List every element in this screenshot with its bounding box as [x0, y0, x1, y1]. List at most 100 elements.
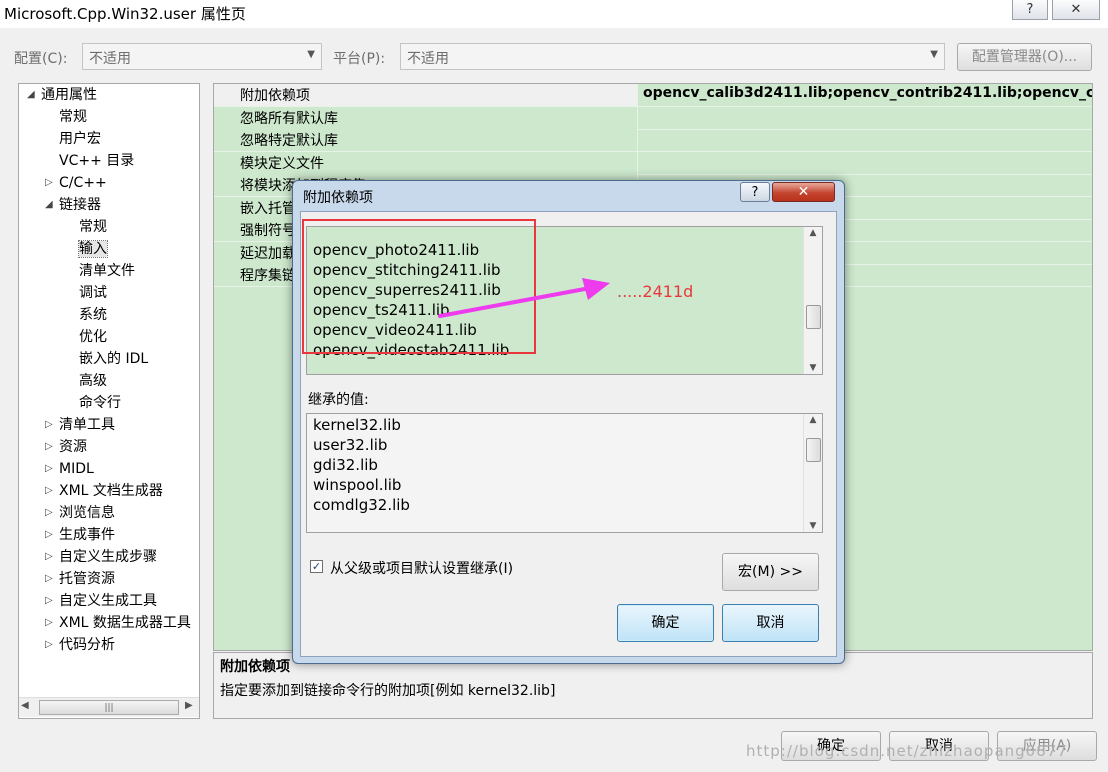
tree-item[interactable]: ▷ XML 数据生成器工具 — [45, 613, 191, 633]
scroll-left-icon[interactable]: ◀ — [21, 700, 29, 711]
platform-value: 不适用 — [407, 51, 449, 67]
tree-item[interactable]: ▷ 托管资源 — [45, 569, 115, 589]
chevron-down-icon: ▼ — [307, 49, 315, 60]
text-line: gdi32.lib — [313, 456, 378, 474]
collapsed-arrow-icon[interactable]: ▷ — [45, 459, 53, 479]
collapsed-arrow-icon[interactable]: ▷ — [45, 591, 53, 611]
collapsed-arrow-icon[interactable]: ▷ — [45, 635, 53, 655]
tree-item[interactable]: 高级 — [79, 371, 107, 391]
collapsed-arrow-icon[interactable]: ▷ — [45, 569, 53, 589]
tree-item[interactable]: ◢ 通用属性 — [27, 85, 97, 105]
scroll-thumb[interactable] — [806, 438, 821, 462]
inherited-vertical-scrollbar[interactable]: ▲ ▼ — [803, 414, 822, 532]
tree-item[interactable]: 命令行 — [79, 393, 121, 413]
scroll-thumb[interactable]: ||| — [39, 700, 179, 715]
property-value[interactable] — [639, 129, 1092, 151]
tree-item-label: 通用属性 — [41, 87, 97, 103]
scroll-right-icon[interactable]: ▶ — [185, 700, 193, 711]
tree-item[interactable]: 输入 — [78, 239, 108, 259]
collapsed-arrow-icon[interactable]: ▷ — [45, 547, 53, 567]
tree-item[interactable]: 优化 — [79, 327, 107, 347]
tree-item[interactable]: ▷ 代码分析 — [45, 635, 115, 655]
tree-item-label: 常规 — [59, 109, 87, 125]
platform-select[interactable]: 不适用 ▼ — [400, 43, 945, 70]
tree-item-label: C/C++ — [59, 175, 107, 191]
tree-item[interactable]: ▷ 清单工具 — [45, 415, 115, 435]
tree-item[interactable]: ▷ C/C++ — [45, 173, 107, 193]
scroll-down-icon[interactable]: ▼ — [804, 521, 822, 531]
collapsed-arrow-icon[interactable]: ▷ — [45, 503, 53, 523]
tree-item[interactable]: 常规 — [79, 217, 107, 237]
tree-item-label: 托管资源 — [59, 571, 115, 587]
tree-item[interactable]: ▷ 资源 — [45, 437, 87, 457]
collapsed-arrow-icon[interactable]: ▷ — [45, 525, 53, 545]
tree-item-label: XML 文档生成器 — [59, 483, 163, 499]
scroll-down-icon[interactable]: ▼ — [804, 363, 822, 373]
category-tree[interactable]: ◢ 通用属性 常规 用户宏 VC++ 目录 ▷ C/C++ ◢ 链接器 常规 输入 清单文件 调试 系统优… — [18, 83, 200, 719]
tree-item[interactable]: ▷ MIDL — [45, 459, 94, 479]
text-line: comdlg32.lib — [313, 496, 410, 514]
tree-item[interactable]: ▷ 浏览信息 — [45, 503, 115, 523]
tree-item[interactable]: ▷ XML 文档生成器 — [45, 481, 163, 501]
collapsed-arrow-icon[interactable]: ▷ — [45, 415, 53, 435]
config-select[interactable]: 不适用 ▼ — [82, 43, 322, 70]
collapsed-arrow-icon[interactable]: ▷ — [45, 437, 53, 457]
tree-item[interactable]: 调试 — [79, 283, 107, 303]
tree-item[interactable]: 用户宏 — [59, 129, 101, 149]
tree-item-label: 嵌入的 IDL — [79, 351, 149, 367]
property-name: 附加依赖项 — [214, 84, 638, 106]
tree-item-label: 清单文件 — [79, 263, 135, 279]
property-row[interactable]: 模块定义文件 — [214, 151, 1092, 175]
property-value[interactable] — [639, 107, 1092, 129]
config-label: 配置(C): — [14, 51, 68, 67]
dialog-close-button[interactable]: ✕ — [772, 182, 835, 202]
tree-item[interactable]: ▷ 自定义生成步骤 — [45, 547, 157, 567]
macro-button[interactable]: 宏(M) >> — [722, 553, 819, 591]
dialog-cancel-button[interactable]: 取消 — [722, 604, 819, 642]
scroll-up-icon[interactable]: ▲ — [804, 228, 822, 238]
tree-item-label: 用户宏 — [59, 131, 101, 147]
collapsed-arrow-icon[interactable]: ▷ — [45, 481, 53, 501]
edit-vertical-scrollbar[interactable]: ▲ ▼ — [803, 227, 822, 374]
tree-item[interactable]: ◢ 链接器 — [45, 195, 101, 215]
tree-horizontal-scrollbar[interactable]: ◀ ||| ▶ — [19, 697, 199, 717]
dialog-ok-button[interactable]: 确定 — [617, 604, 714, 642]
help-button[interactable]: ? — [1012, 0, 1048, 20]
watermark: http://blog.csdn.net/zhizhaopang0877 — [746, 742, 1068, 760]
property-row[interactable]: 附加依赖项 opencv_calib3d2411.lib;opencv_contr… — [214, 84, 1092, 107]
tree-item[interactable]: VC++ 目录 — [59, 151, 134, 171]
scroll-thumb[interactable] — [806, 305, 821, 329]
inherited-values-box: kernel32.lib user32.lib gdi32.lib winspool.… — [306, 413, 823, 533]
tree-item[interactable]: 系统 — [79, 305, 107, 325]
property-row[interactable]: 忽略特定默认库 — [214, 129, 1092, 152]
tree-item[interactable]: ▷ 自定义生成工具 — [45, 591, 157, 611]
inherit-checkbox[interactable]: ✓ — [310, 560, 323, 573]
inherit-checkbox-label[interactable]: 从父级或项目默认设置继承(I) — [330, 558, 513, 578]
tree-item-label: 优化 — [79, 329, 107, 345]
tree-item-label: 链接器 — [59, 197, 101, 213]
tree-item-label: 代码分析 — [59, 637, 115, 653]
collapsed-arrow-icon[interactable]: ▷ — [45, 613, 53, 633]
property-value[interactable]: opencv_calib3d2411.lib;opencv_contrib241… — [639, 84, 1092, 106]
tree-item-label: 浏览信息 — [59, 505, 115, 521]
property-name: 忽略特定默认库 — [214, 129, 638, 151]
tree-item-label: VC++ 目录 — [59, 153, 135, 169]
scroll-up-icon[interactable]: ▲ — [804, 415, 822, 425]
close-button[interactable]: ✕ — [1052, 0, 1100, 20]
tree-item[interactable]: 清单文件 — [79, 261, 135, 281]
tree-item[interactable]: ▷ 生成事件 — [45, 525, 115, 545]
config-manager-button[interactable]: 配置管理器(O)... — [957, 43, 1092, 71]
tree-item[interactable]: 常规 — [59, 107, 87, 127]
property-row[interactable]: 忽略所有默认库 — [214, 106, 1092, 130]
expanded-arrow-icon[interactable]: ◢ — [45, 195, 53, 215]
tree-item-label: 自定义生成步骤 — [59, 549, 157, 565]
expanded-arrow-icon[interactable]: ◢ — [27, 85, 35, 105]
property-value[interactable] — [639, 152, 1092, 174]
tree-item[interactable]: 嵌入的 IDL — [79, 349, 148, 369]
highlight-box — [302, 219, 536, 354]
annotation-text: .....2411d — [617, 282, 694, 301]
tree-item-label: 高级 — [79, 373, 107, 389]
dialog-help-button[interactable]: ? — [740, 182, 770, 202]
collapsed-arrow-icon[interactable]: ▷ — [45, 173, 53, 193]
tree-item-label: 生成事件 — [59, 527, 115, 543]
